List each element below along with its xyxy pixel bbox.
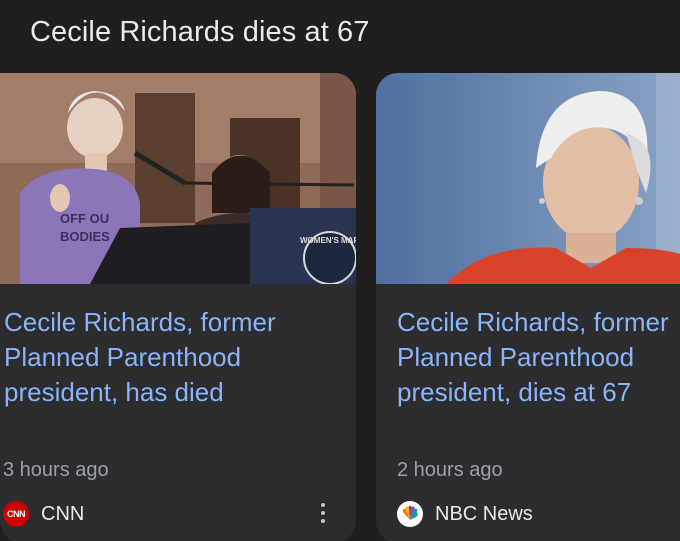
article-source: NBC News (397, 501, 533, 527)
article-thumbnail: OFF OU BODIES WOMEN'S MARCH (0, 73, 356, 284)
section-title: Cecile Richards dies at 67 (30, 16, 370, 48)
more-vert-icon (321, 503, 325, 507)
news-carousel: Cecile Richards dies at 67 OFF OU BODIES (0, 0, 680, 541)
banner-text: WOMEN'S MARCH (300, 236, 356, 245)
article-thumbnail (376, 73, 680, 284)
article-source: CNN CNN (3, 501, 84, 527)
article-timestamp: 3 hours ago (3, 459, 109, 481)
source-name: CNN (41, 502, 85, 525)
article-headline[interactable]: Cecile Richards, former Planned Parentho… (397, 305, 680, 410)
nbc-peacock-icon (397, 501, 423, 527)
cnn-logo-icon: CNN (3, 501, 29, 527)
news-card-nbc[interactable]: Cecile Richards, former Planned Parentho… (376, 73, 680, 541)
headline-line: Planned Parenthood (397, 342, 635, 372)
svg-text:BODIES: BODIES (60, 229, 110, 244)
more-options-button[interactable] (312, 498, 334, 528)
article-headline[interactable]: Cecile Richards, former Planned Parentho… (4, 305, 344, 410)
more-vert-dot (321, 511, 325, 515)
headline-line: Cecile Richards, former (397, 307, 669, 337)
sign-text: OFF OU (60, 211, 109, 226)
headline-line: president, dies at 67 (397, 377, 632, 407)
source-name: NBC News (435, 502, 533, 525)
article-timestamp: 2 hours ago (397, 459, 503, 481)
more-vert-dot (321, 519, 325, 523)
news-card-cnn[interactable]: OFF OU BODIES WOMEN'S MARCH Cecile Richa… (0, 73, 356, 541)
